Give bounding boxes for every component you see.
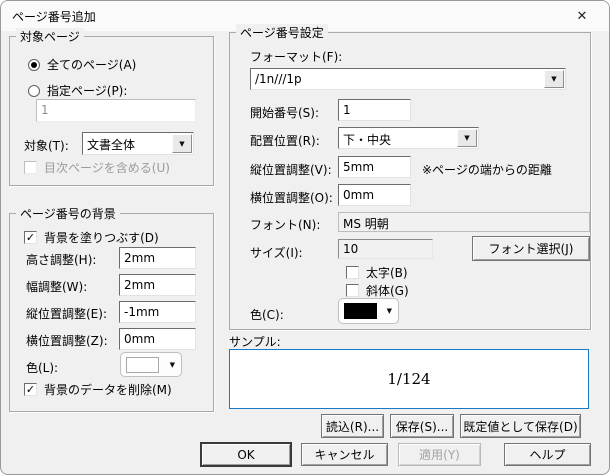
- italic-checkbox[interactable]: 斜体(G): [346, 282, 409, 299]
- delete-bg-data-label: 背景のデータを削除(M): [44, 381, 172, 398]
- radio-all-pages-label: 全てのページ(A): [47, 56, 136, 73]
- help-button[interactable]: ヘルプ: [504, 443, 591, 466]
- chevron-down-icon[interactable]: ▼: [457, 129, 477, 147]
- chevron-down-icon[interactable]: ▼: [544, 70, 564, 88]
- placement-dropdown[interactable]: 下・中央 ▼: [338, 127, 479, 149]
- placement-value: 下・中央: [343, 131, 391, 148]
- edge-distance-note: ※ページの端からの距離: [422, 161, 552, 178]
- format-label: フォーマット(F):: [250, 48, 342, 65]
- chevron-down-icon[interactable]: ▼: [172, 134, 192, 153]
- target-pages-legend: 対象ページ: [16, 28, 84, 45]
- page-range-input[interactable]: 1: [36, 99, 196, 122]
- cancel-button[interactable]: キャンセル: [301, 443, 388, 466]
- add-page-number-dialog: ページ番号追加 ✕ 対象ページ 全てのページ(A) 指定ページ(P): 1 対象…: [0, 0, 610, 475]
- dialog-title: ページ番号追加: [12, 8, 96, 25]
- radio-specified-pages[interactable]: 指定ページ(P):: [28, 82, 127, 99]
- number-color-label: 色(C):: [250, 306, 284, 323]
- vert-position-input[interactable]: 5mm: [338, 156, 411, 178]
- horiz-position-input[interactable]: 0mm: [338, 184, 411, 206]
- size-label: サイズ(I):: [250, 244, 303, 261]
- chevron-down-icon: ▼: [387, 307, 392, 315]
- radio-icon: [28, 59, 40, 71]
- format-dropdown[interactable]: /1n///1p ▼: [250, 68, 566, 90]
- sample-preview: 1/124: [229, 349, 589, 409]
- width-adjust-input[interactable]: 2mm: [119, 274, 196, 296]
- chevron-down-icon: ▼: [170, 361, 175, 369]
- checkbox-icon: [346, 266, 359, 279]
- scope-value: 文書全体: [87, 136, 135, 153]
- include-toc-checkbox: 目次ページを含める(U): [24, 159, 170, 176]
- background-legend: ページ番号の背景: [16, 205, 120, 222]
- horiz-position-label: 横位置調整(O):: [250, 189, 333, 206]
- fill-background-checkbox[interactable]: ✓ 背景を塗りつぶす(D): [24, 229, 159, 246]
- close-icon[interactable]: ✕: [565, 5, 599, 27]
- radio-all-pages[interactable]: 全てのページ(A): [28, 56, 136, 73]
- scope-label: 対象(T):: [24, 137, 69, 154]
- sample-label: サンプル:: [229, 333, 281, 350]
- font-name-field: MS 明朝: [338, 212, 590, 232]
- italic-label: 斜体(G): [366, 282, 409, 299]
- height-adjust-input[interactable]: 2mm: [119, 247, 196, 269]
- font-label: フォント(N):: [250, 216, 320, 233]
- checkbox-icon: [346, 284, 359, 297]
- checkbox-checked-icon: ✓: [24, 231, 37, 244]
- scope-dropdown[interactable]: 文書全体 ▼: [82, 132, 194, 155]
- width-adjust-label: 幅調整(W):: [26, 278, 87, 295]
- target-pages-group: 対象ページ 全てのページ(A) 指定ページ(P): 1 対象(T): 文書全体 …: [9, 36, 214, 186]
- height-adjust-label: 高さ調整(H):: [26, 251, 96, 268]
- checkbox-checked-icon: ✓: [24, 383, 37, 396]
- bg-vert-adjust-input[interactable]: -1mm: [119, 301, 196, 323]
- bg-color-dropdown[interactable]: ▼: [120, 352, 182, 377]
- radio-specified-pages-label: 指定ページ(P):: [47, 82, 127, 99]
- bg-horiz-adjust-label: 横位置調整(Z):: [26, 332, 108, 349]
- apply-button: 適用(Y): [398, 443, 481, 466]
- color-swatch: [126, 357, 159, 373]
- bg-vert-adjust-label: 縦位置調整(E):: [26, 305, 107, 322]
- ok-button[interactable]: OK: [201, 443, 291, 466]
- bold-checkbox[interactable]: 太字(B): [346, 264, 408, 281]
- save-button[interactable]: 保存(S)...: [390, 414, 454, 438]
- bg-color-label: 色(L):: [26, 359, 58, 376]
- bg-horiz-adjust-input[interactable]: 0mm: [119, 328, 196, 350]
- load-button[interactable]: 読込(R)...: [321, 414, 384, 438]
- include-toc-label: 目次ページを含める(U): [44, 159, 170, 176]
- sample-value: 1/124: [387, 370, 430, 388]
- fill-background-label: 背景を塗りつぶす(D): [44, 229, 159, 246]
- size-field: 10: [338, 239, 433, 259]
- background-group: ページ番号の背景 ✓ 背景を塗りつぶす(D) 高さ調整(H): 2mm 幅調整(…: [9, 213, 214, 412]
- color-swatch: [344, 303, 377, 319]
- start-number-label: 開始番号(S):: [250, 104, 319, 121]
- radio-icon: [28, 85, 40, 97]
- start-number-input[interactable]: 1: [338, 99, 411, 121]
- save-as-default-button[interactable]: 既定値として保存(D): [460, 414, 581, 438]
- number-color-dropdown[interactable]: ▼: [338, 298, 399, 324]
- font-select-button[interactable]: フォント選択(J): [472, 236, 590, 261]
- placement-label: 配置位置(R):: [250, 132, 320, 149]
- number-settings-group: ページ番号設定 フォーマット(F): /1n///1p ▼ 開始番号(S): 1…: [229, 32, 591, 330]
- checkbox-icon: [24, 161, 37, 174]
- delete-bg-data-checkbox[interactable]: ✓ 背景のデータを削除(M): [24, 381, 172, 398]
- number-settings-legend: ページ番号設定: [236, 24, 328, 41]
- vert-position-label: 縦位置調整(V):: [250, 161, 332, 178]
- format-value: /1n///1p: [255, 72, 302, 86]
- bold-label: 太字(B): [366, 264, 408, 281]
